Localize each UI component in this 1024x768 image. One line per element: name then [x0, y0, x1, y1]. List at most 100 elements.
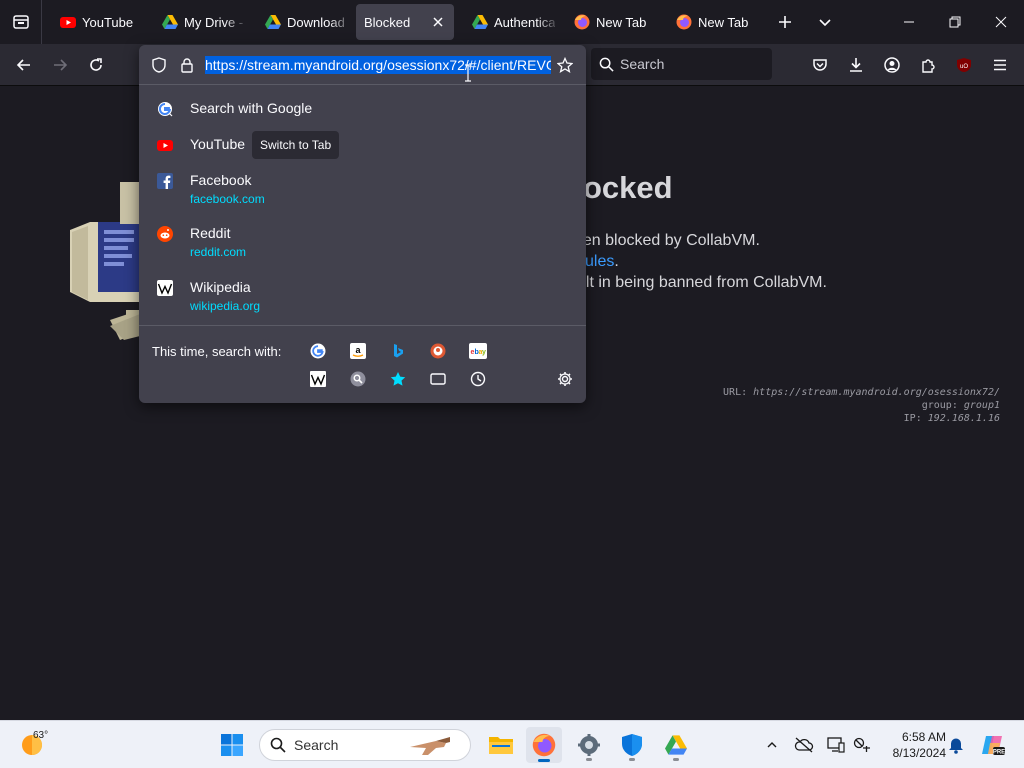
- tab-download[interactable]: Download: [253, 4, 353, 40]
- tab-new-tab-1[interactable]: New Tab: [562, 4, 662, 40]
- app-menu-button[interactable]: [986, 51, 1014, 79]
- puzzle-piece-icon: [922, 59, 935, 73]
- engine-bookmarks-button[interactable]: [389, 370, 407, 388]
- account-button[interactable]: [878, 51, 906, 79]
- copilot-button[interactable]: PRE: [978, 733, 1008, 757]
- account-icon: [884, 57, 900, 73]
- taskbar-file-explorer[interactable]: [483, 727, 519, 763]
- facebook-icon: [157, 173, 173, 189]
- tab-title: New Tab: [698, 14, 749, 30]
- display-tray-button[interactable]: [824, 733, 848, 757]
- downloads-button[interactable]: [842, 51, 870, 79]
- pocket-button[interactable]: [806, 51, 834, 79]
- taskbar-settings[interactable]: [571, 727, 607, 763]
- result-youtube[interactable]: YouTube: [149, 136, 576, 157]
- cloud-offline-icon: [794, 737, 814, 753]
- switch-to-tab-badge[interactable]: Switch to Tab: [252, 131, 340, 159]
- history-icon: [470, 371, 486, 387]
- google-icon: [310, 343, 326, 359]
- running-app-indicator: [586, 758, 592, 761]
- tab-title: New Tab: [596, 14, 647, 30]
- forward-button[interactable]: [46, 51, 74, 79]
- shield-icon: [622, 734, 642, 756]
- blocked-message-line-3: ult in being banned from CollabVM.: [577, 274, 827, 291]
- back-arrow-icon: [16, 59, 30, 71]
- result-facebook[interactable]: Facebook facebook.com: [149, 172, 576, 209]
- reload-button[interactable]: [82, 51, 110, 79]
- taskbar-search-label: Search: [294, 737, 339, 753]
- weather-temperature: 63°: [33, 730, 49, 741]
- youtube-icon: [157, 140, 173, 151]
- engine-tabs-button[interactable]: [429, 370, 447, 388]
- clock-date: 8/13/2024: [892, 746, 946, 760]
- url-bar-dropdown: https://stream.myandroid.org/osessionx72…: [139, 45, 586, 403]
- gear-icon: [578, 734, 600, 756]
- tab-my-drive[interactable]: My Drive -: [150, 4, 248, 40]
- engine-duckduckgo-button[interactable]: [429, 342, 447, 360]
- tab-youtube[interactable]: YouTube: [48, 4, 148, 40]
- list-all-tabs-button[interactable]: [813, 10, 837, 34]
- tracking-protection-shield-icon[interactable]: [151, 57, 167, 73]
- engine-search-button[interactable]: [349, 370, 367, 388]
- back-button[interactable]: [10, 51, 38, 79]
- engine-history-button[interactable]: [469, 370, 487, 388]
- lock-icon[interactable]: [179, 57, 195, 73]
- firefox-icon: [676, 14, 692, 30]
- restore-button[interactable]: [932, 0, 978, 44]
- onedrive-tray-button[interactable]: [792, 733, 816, 757]
- windows-taskbar: 63° Search 6:58 AM 8/13/2024 PRE: [0, 720, 1024, 768]
- taskbar-clock[interactable]: 6:58 AM 8/13/2024: [880, 729, 946, 761]
- taskbar-firefox[interactable]: [526, 727, 562, 763]
- minimize-button[interactable]: [886, 0, 932, 44]
- notifications-button[interactable]: [944, 733, 968, 757]
- search-icon: [350, 371, 366, 387]
- bookmark-star-icon[interactable]: [557, 57, 573, 73]
- firefox-icon: [532, 733, 556, 757]
- search-icon: [599, 57, 614, 72]
- tab-blocked[interactable]: Blocked: [356, 4, 454, 40]
- result-title: Search with Google: [190, 100, 313, 116]
- svg-text:PRE: PRE: [993, 750, 1005, 756]
- engine-bing-button[interactable]: [389, 342, 407, 360]
- firefox-view-button[interactable]: [0, 0, 42, 44]
- engine-google-button[interactable]: [309, 342, 327, 360]
- rules-link[interactable]: ules: [585, 253, 614, 270]
- engine-wikipedia-button[interactable]: [309, 370, 327, 388]
- taskbar-windows-security[interactable]: [614, 727, 650, 763]
- result-reddit[interactable]: Reddit reddit.com: [149, 225, 576, 262]
- close-window-button[interactable]: [978, 0, 1024, 44]
- search-bar[interactable]: Search: [591, 48, 772, 80]
- tab-title: Authentica: [494, 14, 556, 30]
- result-search-with-google[interactable]: Search with Google: [149, 100, 576, 121]
- new-tab-button[interactable]: [773, 10, 797, 34]
- taskbar-google-drive[interactable]: [658, 727, 694, 763]
- blocked-computer-illustration: [70, 182, 140, 340]
- close-icon[interactable]: [430, 14, 446, 30]
- extensions-button[interactable]: [914, 51, 942, 79]
- tab-new-tab-2[interactable]: New Tab: [664, 4, 764, 40]
- youtube-icon: [60, 17, 76, 28]
- vm-url-value: https://stream.myandroid.org/osessionx72…: [753, 387, 1000, 398]
- search-settings-button[interactable]: [556, 370, 574, 388]
- gear-icon: [558, 372, 572, 386]
- result-url: facebook.com: [190, 192, 265, 206]
- svg-text:y: y: [482, 349, 486, 356]
- result-title: YouTube: [190, 136, 246, 152]
- tab-authentication[interactable]: Authentica: [460, 4, 560, 40]
- url-bar[interactable]: https://stream.myandroid.org/osessionx72…: [139, 45, 586, 85]
- running-app-indicator: [629, 758, 635, 761]
- show-hidden-icons-button[interactable]: [760, 733, 784, 757]
- minimize-icon: [904, 21, 914, 23]
- forward-arrow-icon: [54, 59, 68, 71]
- url-input[interactable]: https://stream.myandroid.org/osessionx72…: [205, 56, 551, 74]
- copilot-icon: PRE: [982, 736, 1005, 756]
- network-tray-button[interactable]: [850, 733, 874, 757]
- start-button[interactable]: [214, 727, 250, 763]
- result-wikipedia[interactable]: Wikipedia wikipedia.org: [149, 279, 576, 316]
- engine-ebay-button[interactable]: ebay: [469, 342, 487, 360]
- ublock-origin-icon: uO: [957, 58, 971, 72]
- ublock-origin-button[interactable]: uO: [950, 51, 978, 79]
- search-icon: [270, 737, 286, 753]
- engine-amazon-button[interactable]: a: [349, 342, 367, 360]
- taskbar-search[interactable]: Search: [259, 729, 471, 761]
